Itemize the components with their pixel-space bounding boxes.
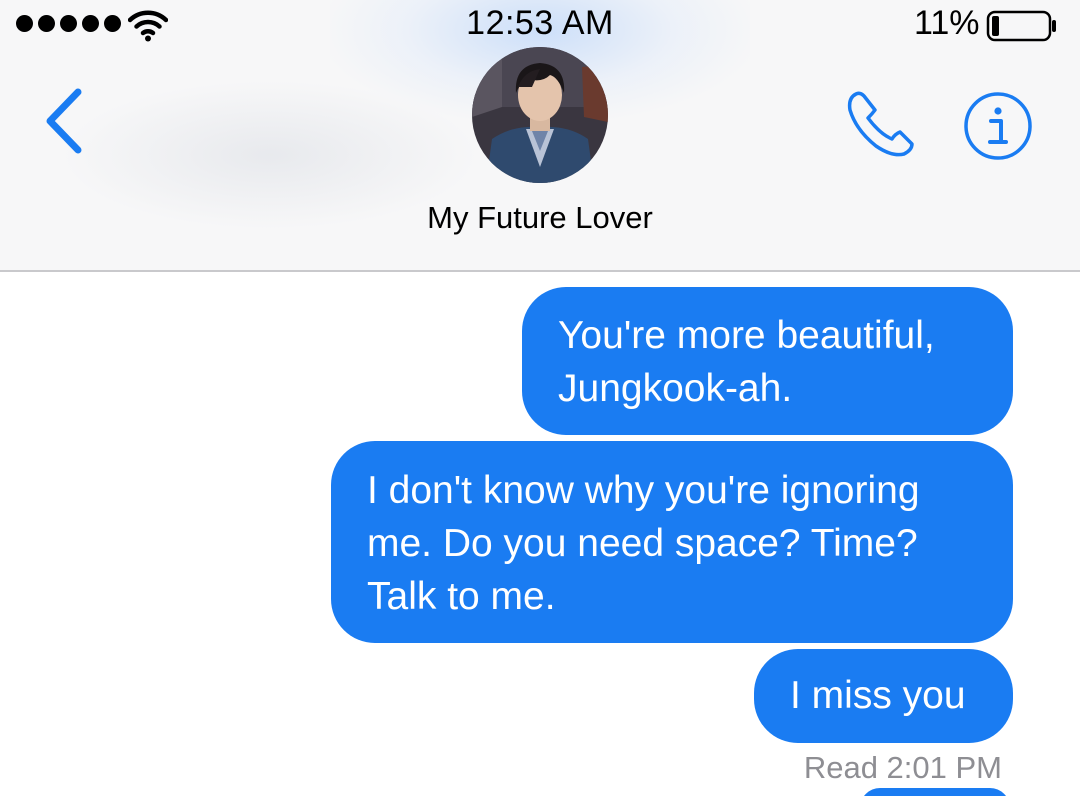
battery-icon [986,10,1056,42]
message-text: You're more beautiful, [558,314,935,357]
back-chevron-icon[interactable] [40,86,90,156]
message-text: I miss you [790,674,966,717]
message-text: Talk to me. [367,575,556,618]
phone-icon[interactable] [842,88,918,160]
message-bubble-partial[interactable] [860,788,1010,796]
battery-percent: 11% [914,4,980,42]
message-text: me. Do you need space? Time? [367,522,918,565]
info-icon[interactable] [962,90,1034,162]
read-receipt: Read 2:01 PM [803,750,1002,785]
message-bubble-sent[interactable]: I miss you [754,649,1013,743]
header-divider [0,270,1080,272]
message-bubble-sent[interactable]: You're more beautiful, Jungkook-ah. [522,287,1013,435]
message-text: I don't know why you're ignoring [367,469,920,512]
messages-screen: 12:53 AM 11% My Future Lover You're more… [0,0,1080,796]
message-text: Jungkook-ah. [558,367,793,410]
status-bar: 12:53 AM 11% [0,0,1080,52]
contact-name[interactable]: My Future Lover [0,200,1080,236]
message-bubble-sent[interactable]: I don't know why you're ignoring me. Do … [331,441,1013,643]
contact-avatar[interactable] [472,47,608,183]
